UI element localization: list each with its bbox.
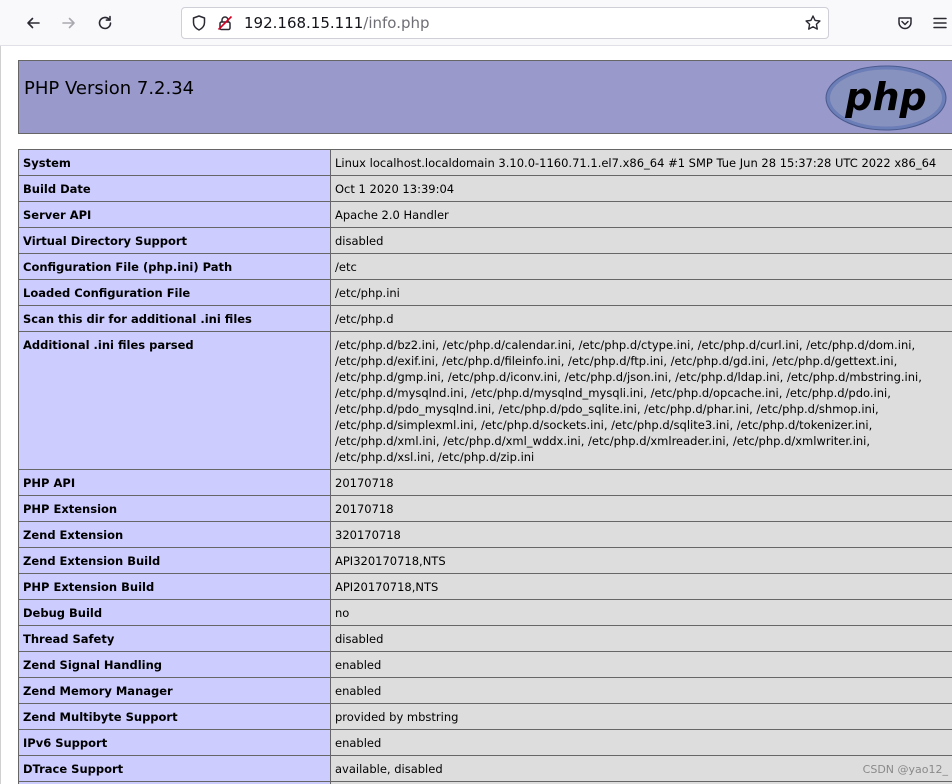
row-value: no	[330, 599, 952, 626]
table-row: DTrace Support available, disabled	[18, 755, 952, 782]
table-row: Debug Build no	[18, 599, 952, 626]
row-value: 320170718	[330, 521, 952, 548]
table-row: Build Date Oct 1 2020 13:39:04	[18, 175, 952, 202]
row-value: Oct 1 2020 13:39:04	[330, 175, 952, 202]
row-label: Zend Extension Build	[18, 547, 331, 574]
table-row: IPv6 Support enabled	[18, 729, 952, 756]
table-row: Scan this dir for additional .ini files /…	[18, 305, 952, 332]
table-row: Zend Memory Manager enabled	[18, 677, 952, 704]
row-label: Thread Safety	[18, 625, 331, 652]
row-value: disabled	[330, 227, 952, 254]
page-title: PHP Version 7.2.34	[24, 78, 195, 99]
table-row: Zend Signal Handling enabled	[18, 651, 952, 678]
row-value: enabled	[330, 651, 952, 678]
info-table: System Linux localhost.localdomain 3.10.0…	[18, 149, 952, 784]
url-text[interactable]: 192.168.15.111/info.php	[244, 14, 430, 33]
page-content: PHP Version 7.2.34 php System Linux local…	[0, 46, 952, 784]
row-value: 20170718	[330, 495, 952, 522]
table-row: Thread Safety disabled	[18, 625, 952, 652]
table-row: Configuration File (php.ini) Path/etc	[18, 253, 952, 280]
row-label: Loaded Configuration File	[18, 279, 331, 306]
url-path: /info.php	[363, 14, 430, 32]
table-row: Additional .ini files parsed/etc/php.d/b…	[18, 331, 952, 470]
row-value: Apache 2.0 Handler	[330, 201, 952, 228]
row-value: API20170718,NTS	[330, 573, 952, 600]
table-row: Loaded Configuration File/etc/php.ini	[18, 279, 952, 306]
row-value: /etc/php.d	[330, 305, 952, 332]
reload-icon[interactable]	[91, 9, 119, 37]
row-label: Zend Signal Handling	[18, 651, 331, 678]
row-label: IPv6 Support	[18, 729, 331, 756]
insecure-lock-icon[interactable]	[216, 14, 234, 32]
forward-arrow-icon[interactable]	[55, 9, 83, 37]
row-value: available, disabled	[330, 755, 952, 782]
row-label: PHP Extension Build	[18, 573, 331, 600]
watermark: CSDN @yao12_	[862, 763, 948, 776]
table-row: Virtual Directory Support disabled	[18, 227, 952, 254]
table-row: Zend Extension 320170718	[18, 521, 952, 548]
bookmark-star-icon[interactable]	[804, 14, 822, 32]
row-label: Zend Multibyte Support	[18, 703, 331, 730]
table-row: Server API Apache 2.0 Handler	[18, 201, 952, 228]
row-label: Scan this dir for additional .ini files	[18, 305, 331, 332]
row-label: PHP Extension	[18, 495, 331, 522]
row-value: enabled	[330, 729, 952, 756]
row-label: Configuration File (php.ini) Path	[18, 253, 331, 280]
tracking-protection-shield-icon[interactable]	[190, 14, 208, 32]
row-label: Zend Extension	[18, 521, 331, 548]
row-label: Additional .ini files parsed	[18, 331, 331, 470]
row-value: /etc	[330, 253, 952, 280]
row-value: enabled	[330, 677, 952, 704]
row-label: Debug Build	[18, 599, 331, 626]
row-label: Server API	[18, 201, 331, 228]
table-row: PHP Extension 20170718	[18, 495, 952, 522]
row-label: Zend Memory Manager	[18, 677, 331, 704]
row-value: disabled	[330, 625, 952, 652]
row-value: API320170718,NTS	[330, 547, 952, 574]
row-value: Linux localhost.localdomain 3.10.0-1160.…	[330, 149, 952, 176]
row-label: PHP API	[18, 469, 331, 496]
php-logo-text: php	[844, 75, 926, 119]
phpinfo-header: PHP Version 7.2.34 php	[18, 60, 952, 134]
table-row: Zend Multibyte Support provided by mbstri…	[18, 703, 952, 730]
url-host: 192.168.15.111	[244, 14, 364, 32]
row-label: System	[18, 149, 331, 176]
table-row: PHP API 20170718	[18, 469, 952, 496]
address-bar[interactable]: 192.168.15.111/info.php	[181, 7, 829, 39]
row-value: /etc/php.ini	[330, 279, 952, 306]
hamburger-menu-icon[interactable]	[926, 9, 952, 37]
table-row: PHP Extension Build API20170718,NTS	[18, 573, 952, 600]
row-value: /etc/php.d/bz2.ini, /etc/php.d/calendar.…	[330, 331, 952, 470]
browser-toolbar: 192.168.15.111/info.php	[0, 0, 952, 46]
row-value: 20170718	[330, 469, 952, 496]
row-label: Build Date	[18, 175, 331, 202]
row-label: DTrace Support	[18, 755, 331, 782]
back-arrow-icon[interactable]	[19, 9, 47, 37]
row-value: provided by mbstring	[330, 703, 952, 730]
row-label: Virtual Directory Support	[18, 227, 331, 254]
php-logo[interactable]: php	[825, 65, 947, 131]
table-row: Zend Extension Build API320170718,NTS	[18, 547, 952, 574]
pocket-icon[interactable]	[891, 9, 919, 37]
table-row: System Linux localhost.localdomain 3.10.0…	[18, 149, 952, 176]
